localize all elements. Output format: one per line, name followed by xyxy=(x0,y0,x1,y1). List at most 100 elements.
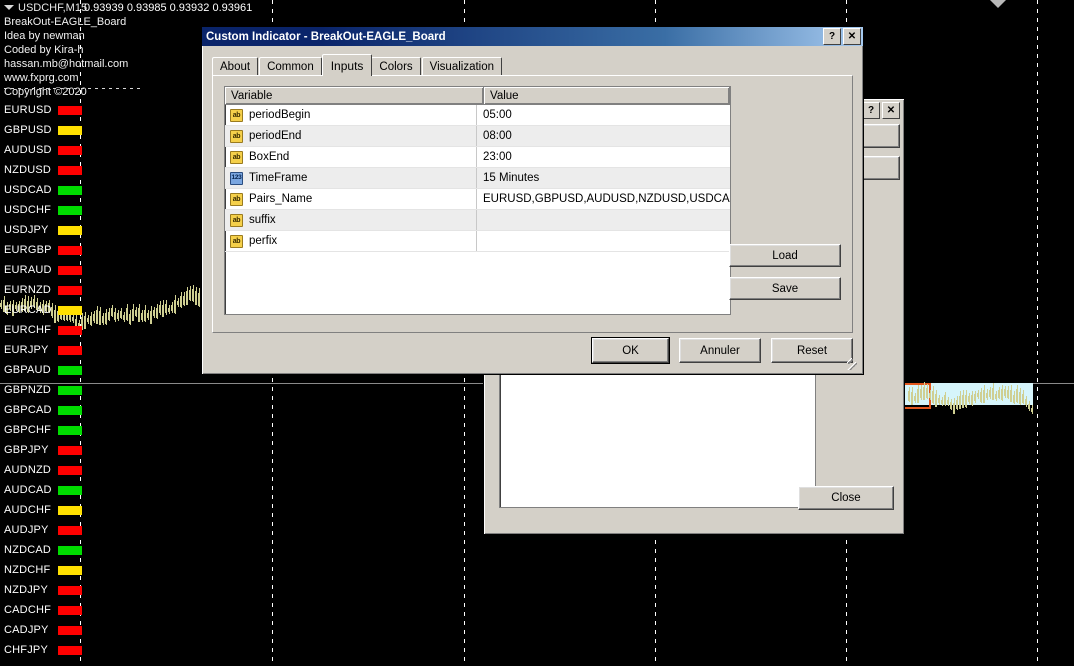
pair-row[interactable]: GBPUSD xyxy=(4,120,82,140)
close-icon[interactable]: ✕ xyxy=(843,28,861,45)
pair-row[interactable]: GBPJPY xyxy=(4,440,82,460)
value-cell[interactable]: EURUSD,GBPUSD,AUDUSD,NZDUSD,USDCA... xyxy=(477,189,730,209)
value-cell[interactable] xyxy=(477,210,730,230)
chart-quote-line: 0.93939 0.93985 0.93932 0.93961 xyxy=(84,1,252,15)
pair-row[interactable]: NZDUSD xyxy=(4,160,82,180)
grid-header-value[interactable]: Value xyxy=(484,87,730,104)
value-cell[interactable]: 15 Minutes xyxy=(477,168,730,188)
pair-row[interactable]: NZDCAD xyxy=(4,540,82,560)
value-cell[interactable]: 23:00 xyxy=(477,147,730,167)
pair-status-chip xyxy=(58,646,82,655)
close-icon[interactable]: ✕ xyxy=(882,102,900,119)
tab-visualization[interactable]: Visualization xyxy=(422,57,502,76)
pair-row[interactable]: USDCAD xyxy=(4,180,82,200)
pair-status-chip xyxy=(58,206,82,215)
save-button[interactable]: Save xyxy=(729,277,841,300)
pair-row[interactable]: GBPCHF xyxy=(4,420,82,440)
triangle-down-icon[interactable] xyxy=(4,5,14,10)
candle-body xyxy=(108,312,110,320)
pair-row[interactable]: AUDCHF xyxy=(4,500,82,520)
load-button[interactable]: Load xyxy=(729,244,841,267)
candle-body xyxy=(965,395,967,408)
reset-button[interactable]: Reset xyxy=(771,338,853,363)
candle-body xyxy=(141,313,143,320)
resize-grip-icon[interactable] xyxy=(847,358,859,370)
tab-inputs[interactable]: Inputs xyxy=(322,54,373,76)
candle-body xyxy=(920,389,922,399)
candle-body xyxy=(177,301,179,305)
candle-body xyxy=(165,304,167,313)
pair-row[interactable]: EURNZD xyxy=(4,280,82,300)
tab-common[interactable]: Common xyxy=(259,57,322,76)
candle-body xyxy=(953,403,955,414)
pair-row[interactable]: NZDJPY xyxy=(4,580,82,600)
value-cell[interactable]: 08:00 xyxy=(477,126,730,146)
pair-row[interactable]: EURJPY xyxy=(4,340,82,360)
close-button[interactable]: Close xyxy=(798,486,894,510)
pair-row[interactable]: EURUSD xyxy=(4,100,82,120)
background-listbox[interactable] xyxy=(499,361,816,508)
table-row[interactable]: absuffix xyxy=(225,210,730,231)
grid-rows: ab periodBegin 05:00abperiodEnd08:00abBoxE… xyxy=(225,105,730,252)
candle-body xyxy=(102,316,104,323)
tab-colors[interactable]: Colors xyxy=(371,57,420,76)
pair-row[interactable]: AUDCAD xyxy=(4,480,82,500)
dialog-tabstrip[interactable]: AboutCommonInputsColorsVisualization xyxy=(212,55,503,76)
ok-button[interactable]: OK xyxy=(592,338,669,363)
candle-body xyxy=(93,314,95,321)
pair-row[interactable]: GBPAUD xyxy=(4,360,82,380)
pair-row[interactable]: USDJPY xyxy=(4,220,82,240)
pair-row[interactable]: EURAUD xyxy=(4,260,82,280)
variable-name: periodBegin xyxy=(249,109,310,121)
pair-status-chip xyxy=(58,486,82,495)
grid-header-variable[interactable]: Variable xyxy=(225,87,484,104)
tab-about[interactable]: About xyxy=(212,57,258,76)
custom-indicator-dialog[interactable]: Custom Indicator - BreakOut-EAGLE_Board … xyxy=(201,26,864,375)
indicator-credits-block: BreakOut-EAGLE_Board Idea by newman Code… xyxy=(4,15,128,99)
candle-body xyxy=(84,316,86,328)
pair-row[interactable]: AUDJPY xyxy=(4,520,82,540)
help-icon[interactable]: ? xyxy=(823,28,841,45)
candle-body xyxy=(96,310,98,323)
dialog-titlebar[interactable]: Custom Indicator - BreakOut-EAGLE_Board … xyxy=(202,27,863,46)
pair-row[interactable]: EURGBP xyxy=(4,240,82,260)
pair-row[interactable]: AUDUSD xyxy=(4,140,82,160)
candle-body xyxy=(1019,392,1021,404)
cancel-button[interactable]: Annuler xyxy=(679,338,761,363)
variable-cell: abPairs_Name xyxy=(225,189,477,209)
pair-row[interactable]: AUDNZD xyxy=(4,460,82,480)
pair-label: GBPAUD xyxy=(4,364,56,376)
pair-status-chip xyxy=(58,506,82,515)
currency-pair-board[interactable]: EURUSDGBPUSDAUDUSDNZDUSDUSDCADUSDCHFUSDJ… xyxy=(4,100,82,660)
pair-row[interactable]: USDCHF xyxy=(4,200,82,220)
pair-label: GBPNZD xyxy=(4,384,56,396)
table-row[interactable]: 123TimeFrame15 Minutes xyxy=(225,168,730,189)
table-row[interactable]: abperiodBegin05:00 xyxy=(225,105,730,126)
help-icon[interactable]: ? xyxy=(862,102,880,119)
pair-row[interactable]: EURCAD xyxy=(4,300,82,320)
table-row[interactable]: abperiodEnd08:00 xyxy=(225,126,730,147)
pair-row[interactable]: GBPNZD xyxy=(4,380,82,400)
parameters-grid[interactable]: Variable Value ab periodBegin 05:00abperio… xyxy=(224,86,731,315)
candle-body xyxy=(129,314,131,324)
table-row[interactable]: abperfix xyxy=(225,231,730,252)
pair-label: NZDJPY xyxy=(4,584,56,596)
pair-row[interactable]: EURCHF xyxy=(4,320,82,340)
string-variable-icon: ab xyxy=(230,214,243,227)
pair-status-chip xyxy=(58,286,82,295)
credit-line: www.fxprg.com xyxy=(4,71,128,85)
pair-row[interactable]: CADCHF xyxy=(4,600,82,620)
pair-status-chip xyxy=(58,566,82,575)
pair-row[interactable]: GBPCAD xyxy=(4,400,82,420)
value-cell[interactable] xyxy=(477,231,730,251)
value-cell[interactable]: 05:00 xyxy=(477,105,730,125)
table-row[interactable]: abBoxEnd23:00 xyxy=(225,147,730,168)
candle-body xyxy=(126,308,128,319)
pair-row[interactable]: CADJPY xyxy=(4,620,82,640)
pair-status-chip xyxy=(58,126,82,135)
table-row[interactable]: abPairs_NameEURUSD,GBPUSD,AUDUSD,NZDUSD,… xyxy=(225,189,730,210)
pair-row[interactable]: NZDCHF xyxy=(4,560,82,580)
pair-label: CHFJPY xyxy=(4,644,56,656)
candle-body xyxy=(1013,395,1015,404)
pair-row[interactable]: CHFJPY xyxy=(4,640,82,660)
